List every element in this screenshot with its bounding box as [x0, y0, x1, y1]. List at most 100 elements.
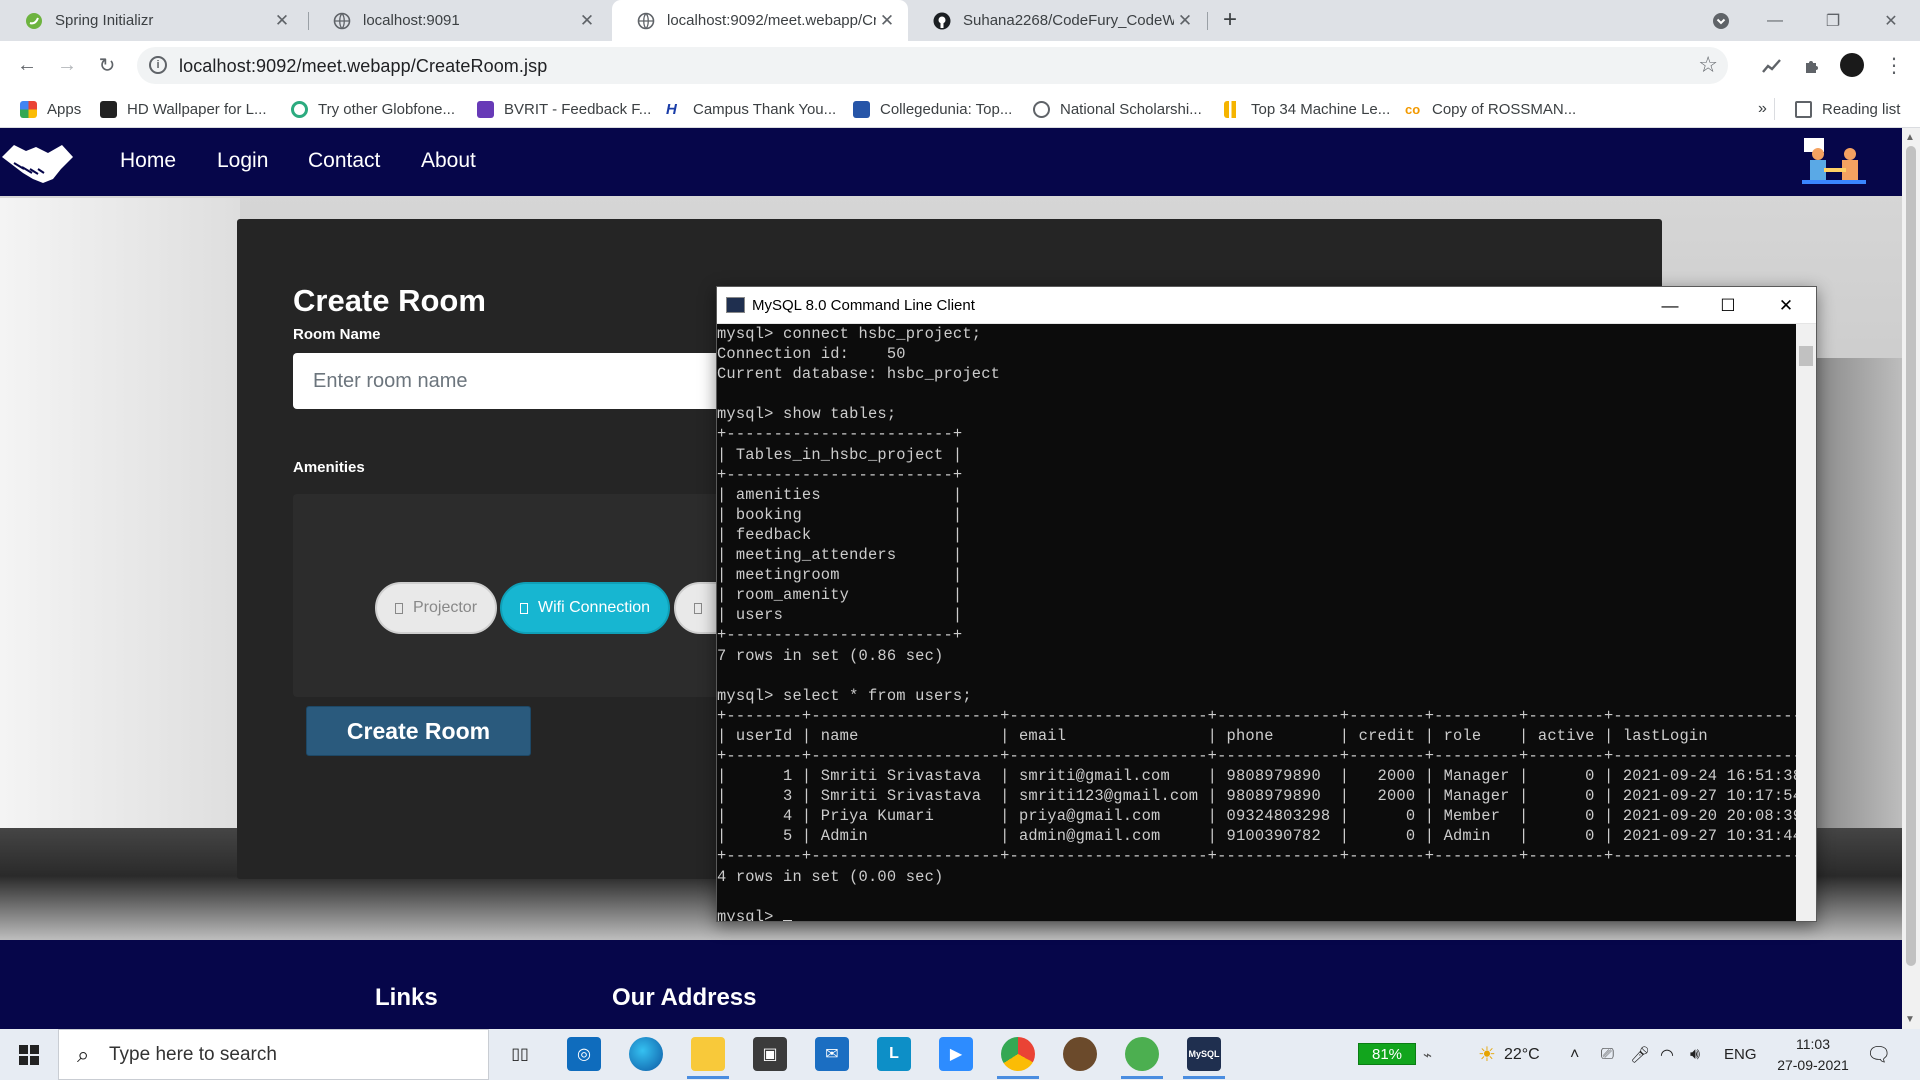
owl-app-icon[interactable] — [1063, 1037, 1097, 1071]
extension-chart-icon[interactable] — [1754, 41, 1790, 90]
browser-toolbar: ← → ↻ i localhost:9092/meet.webapp/Creat… — [0, 41, 1920, 90]
store-icon[interactable]: ◎ — [567, 1037, 601, 1071]
tab-localhost-9091[interactable]: localhost:9091 ✕ — [308, 0, 608, 41]
zoom-icon[interactable]: ▶ — [939, 1037, 973, 1071]
bookmark-campus-thank-you[interactable]: H Campus Thank You... — [666, 90, 836, 128]
bookmark-bvrit-feedback[interactable]: BVRIT - Feedback F... — [477, 90, 651, 128]
chrome-menu-icon[interactable]: ⋮ — [1876, 41, 1912, 90]
taskbar-search-box[interactable]: ⌕ Type here to search — [58, 1029, 489, 1080]
bookmark-rossman[interactable]: co Copy of ROSSMAN... — [1405, 90, 1576, 128]
background-window — [0, 198, 240, 858]
close-tab-icon[interactable]: ✕ — [271, 11, 293, 31]
bookmark-apps[interactable]: Apps — [20, 90, 81, 128]
weather-sun-icon: ☀ — [1478, 1044, 1496, 1066]
windows-start-icon[interactable] — [0, 1029, 58, 1080]
console-prompt-line[interactable]: mysql> — [717, 907, 1796, 921]
tab-github-codefury[interactable]: Suhana2268/CodeFury_CodeWar ✕ — [908, 0, 1206, 41]
system-clock[interactable]: 11:03 27-09-2021 — [1773, 1034, 1853, 1076]
page-scrollbar[interactable]: ▲ ▼ — [1902, 128, 1920, 1029]
wifi-icon[interactable]: ◠ — [1660, 1029, 1674, 1080]
back-arrow-icon[interactable]: ← — [9, 41, 45, 90]
bookmark-collegedunia[interactable]: Collegedunia: Top... — [853, 90, 1012, 128]
console-minimize-icon[interactable]: — — [1641, 287, 1699, 324]
handshake-logo-icon[interactable] — [0, 135, 75, 187]
nav-login[interactable]: Login — [217, 149, 268, 173]
bookmark-top-34-ml[interactable]: Top 34 Machine Le... — [1224, 90, 1390, 128]
tab-spring-initializr[interactable]: Spring Initializr ✕ — [0, 0, 303, 41]
console-line: +------------------------+ — [717, 626, 963, 645]
console-line: | 1 | Smriti Srivastava | smriti@gmail.c… — [717, 767, 1796, 786]
site-info-icon[interactable]: i — [149, 56, 167, 74]
reload-icon[interactable]: ↻ — [89, 41, 125, 90]
tab-search-icon[interactable] — [1691, 0, 1751, 41]
tab-separator — [1207, 12, 1208, 30]
microsoft-store-bag-icon[interactable]: ▣ — [753, 1037, 787, 1071]
scroll-up-arrow-icon[interactable]: ▲ — [1905, 132, 1915, 143]
console-line: | meeting_attenders | — [717, 546, 963, 565]
volume-icon[interactable]: 🔊︎ — [1690, 1029, 1700, 1080]
restore-icon[interactable]: ❐ — [1803, 0, 1863, 41]
scroll-down-arrow-icon[interactable]: ▼ — [1905, 1014, 1915, 1025]
scrollbar-thumb[interactable] — [1906, 146, 1916, 966]
globe-icon — [637, 12, 655, 30]
address-bar[interactable]: i localhost:9092/meet.webapp/CreateRoom.… — [137, 47, 1728, 84]
battery-indicator[interactable]: 81% — [1358, 1043, 1416, 1065]
weather-widget[interactable]: ☀ 22°C — [1478, 1029, 1540, 1080]
console-scrollbar[interactable] — [1796, 324, 1816, 921]
amenity-chip-projector[interactable]: Projector — [375, 582, 498, 634]
nav-contact[interactable]: Contact — [308, 149, 380, 173]
clock-date: 27-09-2021 — [1777, 1057, 1849, 1073]
file-explorer-icon[interactable] — [687, 1037, 729, 1079]
mysql-console-window[interactable]: MySQL 8.0 Command Line Client — ☐ ✕ mysq… — [716, 286, 1817, 922]
co-icon: co — [1405, 100, 1422, 118]
extensions-puzzle-icon[interactable] — [1794, 41, 1830, 90]
nav-about[interactable]: About — [421, 149, 476, 173]
language-indicator[interactable]: ENG — [1724, 1029, 1757, 1080]
forward-arrow-icon[interactable]: → — [49, 41, 85, 90]
amenity-chip-wifi[interactable]: Wifi Connection — [500, 582, 671, 634]
new-tab-button[interactable]: + — [1223, 6, 1237, 34]
console-line: | 4 | Priya Kumari | priya@gmail.com | 0… — [717, 807, 1796, 826]
minimize-icon[interactable]: — — [1745, 0, 1805, 41]
bookmark-globfone[interactable]: Try other Globfone... — [291, 90, 455, 128]
tab-create-room-active[interactable]: localhost:9092/meet.webapp/Cre ✕ — [612, 0, 908, 41]
edge-icon[interactable] — [629, 1037, 663, 1071]
mysql-console-taskbar-icon[interactable]: MySQL — [1183, 1037, 1225, 1079]
close-tab-icon[interactable]: ✕ — [576, 11, 598, 31]
amenities-label: Amenities — [293, 459, 365, 476]
console-line: 4 rows in set (0.00 sec) — [717, 867, 944, 886]
power-plug-icon: ⌁ — [1423, 1046, 1433, 1064]
spring-tool-suite-icon[interactable] — [1121, 1037, 1163, 1079]
meet-now-icon[interactable]: ⎚ — [1601, 1029, 1614, 1080]
console-line: +--------+--------------------+---------… — [717, 746, 1796, 765]
close-tab-icon[interactable]: ✕ — [876, 11, 898, 31]
mysql-console-icon — [726, 297, 745, 313]
create-room-button[interactable]: Create Room — [306, 706, 531, 756]
chrome-icon[interactable] — [997, 1037, 1039, 1079]
console-title-bar[interactable]: MySQL 8.0 Command Line Client — ☐ ✕ — [717, 287, 1816, 324]
close-window-icon[interactable]: ✕ — [1861, 0, 1920, 41]
console-line: | 5 | Admin | admin@gmail.com | 91003907… — [717, 827, 1796, 846]
bookmark-star-icon[interactable]: ☆ — [1698, 52, 1718, 78]
bookmark-hd-wallpaper[interactable]: HD Wallpaper for L... — [100, 90, 267, 128]
scrollbar-thumb[interactable] — [1799, 346, 1813, 366]
mail-icon[interactable]: ✉ — [815, 1037, 849, 1071]
reading-list-button[interactable]: Reading list — [1795, 90, 1900, 128]
console-close-icon[interactable]: ✕ — [1757, 287, 1815, 324]
console-maximize-icon[interactable]: ☐ — [1699, 287, 1757, 324]
bookmark-national-scholarship[interactable]: National Scholarshi... — [1033, 90, 1202, 128]
globe-icon — [333, 12, 351, 30]
console-line: | booking | — [717, 505, 963, 524]
task-view-icon[interactable]: ▯▯ — [503, 1037, 537, 1071]
show-hidden-icons-chevron[interactable]: ˄ — [1570, 1029, 1579, 1080]
more-bookmarks-chevron[interactable]: » — [1758, 90, 1767, 128]
profile-avatar[interactable] — [1840, 53, 1864, 77]
microphone-icon[interactable]: 🎤︎ — [1630, 1029, 1650, 1080]
bookmark-divider — [1774, 98, 1775, 120]
l-app-icon[interactable]: L — [877, 1037, 911, 1071]
notifications-icon[interactable]: 🗨︎ — [1866, 1029, 1891, 1080]
nav-home[interactable]: Home — [120, 149, 176, 173]
close-tab-icon[interactable]: ✕ — [1174, 11, 1196, 31]
console-output[interactable]: mysql> connect hsbc_project; Connection i… — [717, 324, 1796, 921]
